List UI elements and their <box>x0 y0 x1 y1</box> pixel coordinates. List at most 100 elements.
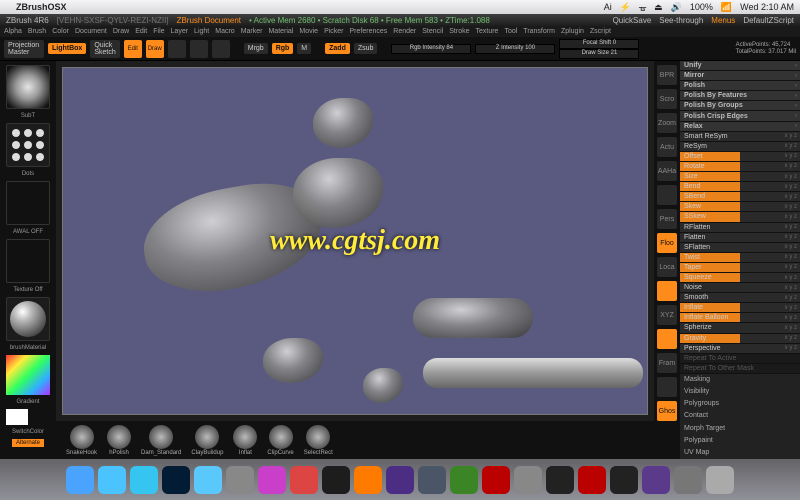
slider-skew[interactable]: Skewx y z <box>680 202 800 212</box>
nav-btn13[interactable] <box>657 377 677 397</box>
nav-scroll[interactable]: Scro <box>657 89 677 109</box>
brush-clipcurve[interactable]: ClipCurve <box>267 425 293 456</box>
quick-sketch-button[interactable]: Quick Sketch <box>90 40 119 58</box>
material-thumb[interactable] <box>6 297 50 341</box>
slider-rflatten[interactable]: RFlattenx y z <box>680 223 800 233</box>
menu-edit[interactable]: Edit <box>135 28 147 35</box>
brush-alpha-thumb[interactable] <box>6 65 50 109</box>
z-intensity-slider[interactable]: Z Intensity 100 <box>475 44 555 54</box>
dock-br[interactable] <box>322 466 350 494</box>
slider-sbend[interactable]: SBendx y z <box>680 192 800 202</box>
stroke-thumb[interactable] <box>6 123 50 167</box>
slider-smart-resym[interactable]: Smart ReSymx y z <box>680 132 800 142</box>
see-through[interactable]: See-through <box>659 16 703 25</box>
slider-taper[interactable]: Taperx y z <box>680 263 800 273</box>
deform-mirror[interactable]: Mirror› <box>680 71 800 81</box>
rgb-intensity-slider[interactable]: Rgb Intensity 84 <box>391 44 471 54</box>
section-contact[interactable]: Contact <box>680 410 800 422</box>
zadd-button[interactable]: Zadd <box>325 43 350 54</box>
menu-zplugin[interactable]: Zplugin <box>561 28 584 35</box>
menu-stencil[interactable]: Stencil <box>422 28 443 35</box>
menu-texture[interactable]: Texture <box>475 28 498 35</box>
section-morph-target[interactable]: Morph Target <box>680 423 800 435</box>
dock-lr[interactable] <box>418 466 446 494</box>
status-icon[interactable]: ᚗ <box>639 2 646 13</box>
menu-movie[interactable]: Movie <box>299 28 318 35</box>
dock-fz[interactable] <box>482 466 510 494</box>
brush-selectrect[interactable]: SelectRect <box>304 425 333 456</box>
slider-flatten[interactable]: Flattenx y z <box>680 233 800 243</box>
dock-ae[interactable] <box>386 466 414 494</box>
switch-color[interactable] <box>6 409 50 425</box>
nav-zoom[interactable]: Zoom <box>657 113 677 133</box>
deform-polish-crisp-edges[interactable]: Polish Crisp Edges› <box>680 111 800 121</box>
slider-sskew[interactable]: SSkewx y z <box>680 212 800 222</box>
dock-safari[interactable] <box>98 466 126 494</box>
slider-bend[interactable]: Bendx y z <box>680 182 800 192</box>
rotate-button[interactable] <box>212 40 230 58</box>
menu-zscript[interactable]: Zscript <box>590 28 611 35</box>
menu-macro[interactable]: Macro <box>215 28 234 35</box>
dock-ai[interactable] <box>354 466 382 494</box>
draw-size-slider[interactable]: Draw Size 21 <box>559 49 639 59</box>
nav-btn5[interactable] <box>657 185 677 205</box>
brush-inflat[interactable]: Inflat <box>233 425 257 456</box>
status-icon[interactable]: Ai <box>604 2 612 12</box>
nav-frame[interactable]: Fram <box>657 353 677 373</box>
dock-filezilla[interactable] <box>578 466 606 494</box>
section-visibility[interactable]: Visibility <box>680 386 800 398</box>
nav-aahalf[interactable]: AAHa <box>657 161 677 181</box>
dock-skype[interactable] <box>130 466 158 494</box>
deform-polish[interactable]: Polish› <box>680 81 800 91</box>
gradient-label[interactable]: Gradient <box>16 399 39 405</box>
dock-pref[interactable] <box>674 466 702 494</box>
nav-floor[interactable]: Floo <box>657 233 677 253</box>
slider-twist[interactable]: Twistx y z <box>680 253 800 263</box>
deform-relax[interactable]: Relax› <box>680 122 800 132</box>
nav-persp[interactable]: Pers <box>657 209 677 229</box>
clock[interactable]: Wed 2:10 AM <box>740 2 794 12</box>
default-script[interactable]: DefaultZScript <box>743 16 794 25</box>
brush-dam_standard[interactable]: Dam_Standard <box>141 425 181 456</box>
wifi-icon[interactable]: 📶 <box>721 2 732 13</box>
menu-render[interactable]: Render <box>393 28 416 35</box>
menu-stroke[interactable]: Stroke <box>449 28 469 35</box>
menu-file[interactable]: File <box>153 28 164 35</box>
menu-draw[interactable]: Draw <box>113 28 129 35</box>
mrgb-button[interactable]: Mrgb <box>244 43 268 54</box>
deform-unify[interactable]: Unify› <box>680 61 800 71</box>
focal-shift-slider[interactable]: Focal Shift 0 <box>559 39 639 49</box>
alternate-button[interactable]: Alternate <box>12 439 44 447</box>
slider-spherize[interactable]: Spherizex y z <box>680 323 800 333</box>
menu-picker[interactable]: Picker <box>324 28 343 35</box>
menu-preferences[interactable]: Preferences <box>350 28 388 35</box>
m-button[interactable]: M <box>297 43 311 54</box>
draw-button[interactable]: Draw <box>146 40 164 58</box>
slider-noise[interactable]: Noisex y z <box>680 283 800 293</box>
dock-trash[interactable] <box>706 466 734 494</box>
slider-inflate[interactable]: Inflatex y z <box>680 303 800 313</box>
nav-ghost[interactable]: Ghos <box>657 401 677 421</box>
texture-thumb[interactable] <box>6 239 50 283</box>
edit-button[interactable]: Edit <box>124 40 142 58</box>
nav-xyz[interactable]: XYZ <box>657 305 677 325</box>
move-button[interactable] <box>168 40 186 58</box>
projection-master-button[interactable]: Projection Master <box>4 40 44 58</box>
quicksave-label[interactable]: QuickSave <box>613 16 652 25</box>
slider-offset[interactable]: Offsetx y z <box>680 152 800 162</box>
slider-perspective[interactable]: Perspectivex y z <box>680 344 800 354</box>
nav-btn11[interactable] <box>657 329 677 349</box>
menu-marker[interactable]: Marker <box>241 28 263 35</box>
menu-color[interactable]: Color <box>52 28 69 35</box>
slider-sflatten[interactable]: SFlattenx y z <box>680 243 800 253</box>
menu-brush[interactable]: Brush <box>28 28 46 35</box>
rgb-button[interactable]: Rgb <box>272 43 294 54</box>
awal-thumb[interactable] <box>6 181 50 225</box>
scale-button[interactable] <box>190 40 208 58</box>
brush-snakehook[interactable]: SnakeHook <box>66 425 97 456</box>
brush-hpolish[interactable]: hPolish <box>107 425 131 456</box>
deform-polish-by-features[interactable]: Polish By Features› <box>680 91 800 101</box>
section-polypaint[interactable]: Polypaint <box>680 435 800 447</box>
dock-dw[interactable] <box>450 466 478 494</box>
dock-itunes[interactable] <box>258 466 286 494</box>
